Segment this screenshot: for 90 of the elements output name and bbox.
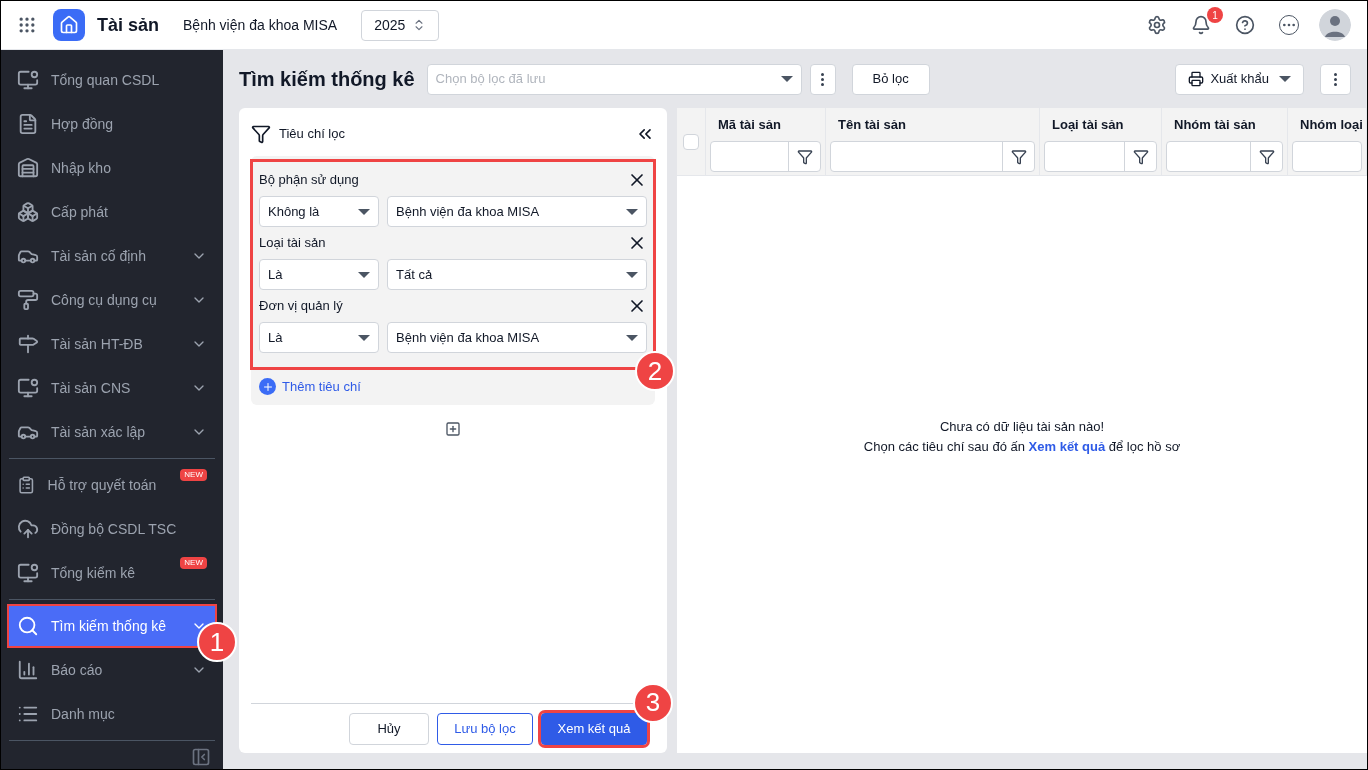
filter-icon[interactable]: [1258, 148, 1275, 165]
select-all-checkbox[interactable]: [683, 133, 699, 150]
sidebar-item[interactable]: Đồng bộ CSDL TSC: [9, 507, 215, 551]
operator-select[interactable]: Là: [259, 322, 379, 353]
filter-panel-title: Tiêu chí lọc: [279, 125, 345, 144]
sidebar-item[interactable]: Tài sản HT-ĐB: [9, 322, 215, 366]
operator-select[interactable]: Không là: [259, 196, 379, 227]
cancel-button[interactable]: Hủy: [349, 712, 429, 745]
caret-icon: [358, 271, 370, 278]
help-icon[interactable]: [1235, 15, 1255, 35]
sidebar-item[interactable]: Tài sản cố định: [9, 234, 215, 278]
sidebar-item[interactable]: Cấp phát: [9, 190, 215, 234]
column-header[interactable]: Mã tài sản: [710, 108, 821, 141]
caret-icon: [358, 208, 370, 215]
empty-hint: Chọn các tiêu chí sau đó ấn Xem kết quả để lọc hồ sơ: [863, 437, 1181, 456]
sidebar-item[interactable]: Tài sản xác lập: [9, 410, 215, 454]
column-header[interactable]: Nhóm loại: [1292, 108, 1362, 141]
document-icon: [17, 113, 39, 135]
app-logo: [53, 9, 85, 41]
sidebar-item[interactable]: Tài sản CNS: [9, 366, 215, 410]
more-button[interactable]: [809, 63, 836, 95]
roller-icon: [17, 289, 39, 311]
printer-icon: [1188, 71, 1205, 87]
filter-icon[interactable]: [1010, 148, 1027, 165]
collapse-sidebar-icon[interactable]: [191, 747, 211, 767]
search-icon: [17, 615, 39, 637]
sidebar-item[interactable]: Hợp đồng: [9, 102, 215, 146]
notification-count: 1: [1207, 7, 1223, 23]
sidebar-item[interactable]: Nhập kho: [9, 146, 215, 190]
value-select[interactable]: Bệnh viện đa khoa MISA: [387, 322, 647, 353]
column-filter-field[interactable]: [710, 141, 821, 172]
boxes-icon: [17, 201, 39, 223]
cloud-upload-icon: [17, 518, 39, 540]
column-filter-field[interactable]: [1044, 141, 1157, 172]
column-filter-field[interactable]: [1292, 141, 1362, 172]
organization-name: Bệnh viện đa khoa MISA: [183, 15, 338, 35]
export-button[interactable]: Xuất khẩu: [1175, 63, 1304, 95]
filter-icon[interactable]: [1132, 148, 1149, 165]
add-criterion-link[interactable]: Thêm tiêu chí: [259, 377, 361, 397]
new-badge: NEW: [180, 469, 207, 481]
column-filter-field[interactable]: [1166, 141, 1283, 172]
more-button[interactable]: [1320, 63, 1351, 95]
criterion-label: Loại tài sản: [259, 234, 326, 253]
value-select[interactable]: Tất cả: [387, 259, 647, 290]
sidebar-item[interactable]: Công cụ dụng cụ: [9, 278, 215, 322]
operator-select[interactable]: Là: [259, 259, 379, 290]
column-header[interactable]: Nhóm tài sản: [1166, 108, 1283, 141]
filter-icon: [251, 124, 271, 144]
apps-menu-icon[interactable]: [17, 15, 37, 35]
callout-number: 2: [635, 351, 675, 391]
sidebar-item[interactable]: Tổng quan CSDL: [9, 58, 215, 102]
bell-icon: [1191, 15, 1211, 35]
caret-icon: [780, 76, 793, 82]
warehouse-icon: [17, 157, 39, 179]
caret-icon: [358, 334, 370, 341]
save-filter-button[interactable]: Lưu bộ lọc: [437, 712, 533, 745]
caret-icon: [626, 208, 638, 215]
notifications-button[interactable]: 1: [1191, 7, 1223, 35]
plus-icon: [259, 378, 276, 396]
bar-chart-icon: [17, 659, 39, 681]
column-header[interactable]: Tên tài sản: [830, 108, 1035, 141]
view-results-button[interactable]: Xem kết quả: [541, 712, 647, 745]
criterion-label: Bộ phận sử dụng: [259, 171, 359, 190]
add-group-icon[interactable]: [445, 420, 461, 437]
caret-icon: [626, 271, 638, 278]
new-badge: NEW: [180, 557, 207, 569]
column-filter-field[interactable]: [830, 141, 1035, 172]
caret-icon: [1279, 76, 1291, 82]
page-title: Tìm kiếm thống kê: [239, 67, 415, 92]
sidebar-item[interactable]: Hỗ trợ quyết toán NEW: [9, 463, 215, 507]
year-select[interactable]: 2025: [361, 9, 440, 41]
caret-icon: [626, 334, 638, 341]
app-name: Tài sản: [97, 13, 160, 37]
sidebar-item[interactable]: Tổng kiểm kê NEW: [9, 551, 215, 595]
settings-icon[interactable]: [1147, 15, 1167, 35]
clipboard-icon: [17, 474, 36, 496]
sidebar-item[interactable]: Danh mục: [9, 692, 215, 736]
more-icon: [1334, 72, 1337, 86]
filter-icon[interactable]: [796, 148, 813, 165]
criterion-label: Đơn vị quản lý: [259, 297, 343, 316]
column-header[interactable]: Loại tài sản: [1044, 108, 1157, 141]
clear-filter-button[interactable]: Bỏ lọc: [851, 63, 930, 95]
monitor-icon: [17, 377, 39, 399]
monitor-icon: [17, 562, 39, 584]
monitor-icon: [17, 69, 39, 91]
avatar[interactable]: [1319, 9, 1351, 41]
value-select[interactable]: Bệnh viện đa khoa MISA: [387, 196, 647, 227]
callout-number: 3: [633, 682, 673, 723]
more-icon: [821, 72, 825, 86]
empty-message: Chưa có dữ liệu tài sản nào!: [939, 418, 1105, 436]
